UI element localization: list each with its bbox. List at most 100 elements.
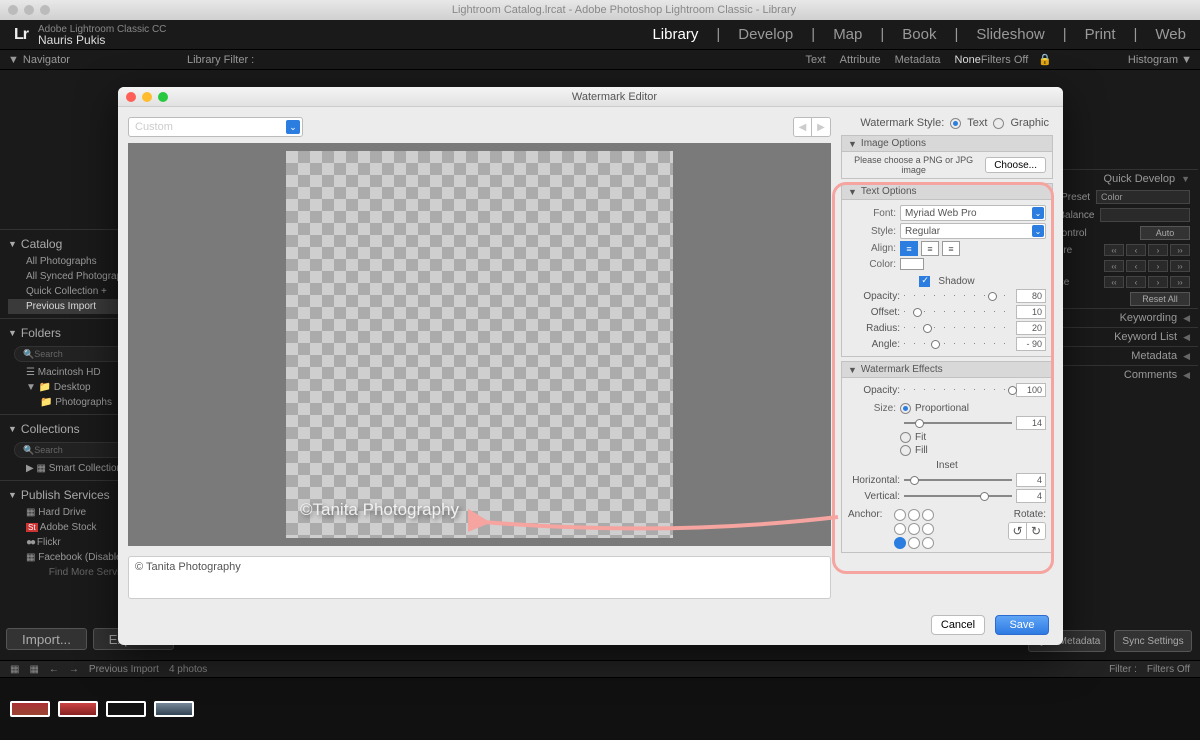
secondary-toolbar: ▼Navigator Library Filter : Text Attribu… bbox=[0, 50, 1200, 70]
module-web[interactable]: Web bbox=[1155, 26, 1186, 43]
watermark-editor-dialog: Watermark Editor Custom⌄ ◀ ▶ ©Tanita Pho… bbox=[118, 87, 1063, 645]
filter-none[interactable]: None bbox=[955, 54, 981, 66]
anchor-bc[interactable] bbox=[908, 537, 920, 549]
lock-icon[interactable]: 🔒 bbox=[1038, 53, 1052, 66]
rotate-cw-button[interactable]: ↻ bbox=[1027, 523, 1045, 539]
anchor-br[interactable] bbox=[922, 537, 934, 549]
font-style-select[interactable]: Regular⌄ bbox=[900, 223, 1046, 239]
shadow-radius-slider[interactable] bbox=[904, 322, 1012, 334]
next-icon[interactable]: → bbox=[69, 664, 79, 675]
anchor-tc[interactable] bbox=[908, 509, 920, 521]
align-left-button[interactable]: ≡ bbox=[900, 241, 918, 256]
filter-metadata[interactable]: Metadata bbox=[895, 54, 941, 66]
shadow-angle-slider[interactable] bbox=[904, 338, 1012, 350]
shadow-opacity-slider[interactable] bbox=[904, 290, 1012, 302]
module-slideshow[interactable]: Slideshow bbox=[976, 26, 1044, 43]
align-right-button[interactable]: ≡ bbox=[942, 241, 960, 256]
watermark-preset-select[interactable]: Custom⌄ bbox=[128, 117, 303, 137]
font-select[interactable]: Myriad Web Pro⌄ bbox=[900, 205, 1046, 221]
cancel-button[interactable]: Cancel bbox=[931, 615, 985, 635]
rotate-label: Rotate: bbox=[1008, 509, 1046, 520]
save-button[interactable]: Save bbox=[995, 615, 1049, 635]
traffic-close[interactable] bbox=[8, 5, 18, 15]
module-develop[interactable]: Develop bbox=[738, 26, 793, 43]
filters-off[interactable]: Filters Off bbox=[981, 54, 1028, 66]
next-image-button[interactable]: ▶ bbox=[812, 118, 830, 136]
dialog-max[interactable] bbox=[158, 92, 168, 102]
watermark-text-input[interactable]: © Tanita Photography bbox=[128, 556, 831, 599]
watermark-effects-header[interactable]: ▼Watermark Effects bbox=[841, 361, 1053, 378]
dialog-min[interactable] bbox=[142, 92, 152, 102]
shadow-offset-value[interactable]: 10 bbox=[1016, 305, 1046, 319]
inset-v-slider[interactable] bbox=[904, 490, 1012, 502]
choose-image-button[interactable]: Choose... bbox=[985, 157, 1046, 173]
filmstrip-breadcrumb[interactable]: Previous Import bbox=[89, 664, 159, 675]
grid-icon[interactable]: ▦ bbox=[29, 664, 38, 675]
filmstrip-filters-off[interactable]: Filters Off bbox=[1147, 664, 1190, 675]
size-value[interactable]: 14 bbox=[1016, 416, 1046, 430]
filmstrip-toolbar: ▦ ▦ ← → Previous Import 4 photos Filter … bbox=[0, 660, 1200, 678]
dialog-title: Watermark Editor bbox=[174, 91, 1055, 103]
thumbnail[interactable] bbox=[106, 701, 146, 717]
prev-image-button[interactable]: ◀ bbox=[794, 118, 812, 136]
module-picker: Library| Develop| Map| Book| Slideshow| … bbox=[652, 26, 1186, 43]
anchor-tl[interactable] bbox=[894, 509, 906, 521]
anchor-mc[interactable] bbox=[908, 523, 920, 535]
style-text-radio[interactable] bbox=[950, 118, 961, 129]
text-options-header[interactable]: ▼Text Options bbox=[841, 183, 1053, 200]
view-toggle-icon[interactable]: ▦ bbox=[10, 664, 19, 675]
inset-h-slider[interactable] bbox=[904, 474, 1012, 486]
size-fill-radio[interactable] bbox=[900, 445, 911, 456]
image-options-header[interactable]: ▼Image Options bbox=[841, 135, 1053, 152]
watermark-preview-text: ©Tanita Photography bbox=[300, 500, 459, 520]
align-center-button[interactable]: ≡ bbox=[921, 241, 939, 256]
rotate-ccw-button[interactable]: ↺ bbox=[1009, 523, 1027, 539]
module-print[interactable]: Print bbox=[1085, 26, 1116, 43]
dialog-close[interactable] bbox=[126, 92, 136, 102]
inset-v-value[interactable]: 4 bbox=[1016, 489, 1046, 503]
auto-tone-button[interactable]: Auto bbox=[1140, 226, 1190, 240]
thumbnail[interactable] bbox=[154, 701, 194, 717]
style-graphic-radio[interactable] bbox=[993, 118, 1004, 129]
filmstrip bbox=[0, 678, 1200, 740]
color-swatch[interactable] bbox=[900, 258, 924, 270]
module-map[interactable]: Map bbox=[833, 26, 862, 43]
navigator-label[interactable]: Navigator bbox=[23, 54, 70, 66]
shadow-angle-value[interactable]: - 90 bbox=[1016, 337, 1046, 351]
library-filter-label: Library Filter : bbox=[187, 54, 254, 66]
traffic-min[interactable] bbox=[24, 5, 34, 15]
module-book[interactable]: Book bbox=[902, 26, 936, 43]
thumbnail[interactable] bbox=[58, 701, 98, 717]
preset-select[interactable]: Color bbox=[1096, 190, 1190, 204]
inset-h-value[interactable]: 4 bbox=[1016, 473, 1046, 487]
sync-settings-button[interactable]: Sync Settings bbox=[1114, 630, 1192, 652]
size-proportional-radio[interactable] bbox=[900, 403, 911, 414]
filter-attribute[interactable]: Attribute bbox=[840, 54, 881, 66]
watermark-style-label: Watermark Style: bbox=[860, 117, 944, 129]
wb-select[interactable] bbox=[1100, 208, 1190, 222]
histogram-label[interactable]: Histogram bbox=[1128, 54, 1178, 66]
anchor-mr[interactable] bbox=[922, 523, 934, 535]
reset-all-button[interactable]: Reset All bbox=[1130, 292, 1190, 306]
size-fit-radio[interactable] bbox=[900, 432, 911, 443]
shadow-radius-value[interactable]: 20 bbox=[1016, 321, 1046, 335]
shadow-checkbox[interactable] bbox=[919, 276, 930, 287]
module-library[interactable]: Library bbox=[652, 26, 698, 43]
prev-icon[interactable]: ← bbox=[49, 664, 59, 675]
identity-plate: Adobe Lightroom Classic CC Nauris Pukis bbox=[38, 24, 166, 46]
dialog-titlebar: Watermark Editor bbox=[118, 87, 1063, 107]
anchor-grid bbox=[894, 509, 934, 549]
anchor-tr[interactable] bbox=[922, 509, 934, 521]
thumbnail[interactable] bbox=[10, 701, 50, 717]
wm-opacity-value[interactable]: 100 bbox=[1016, 383, 1046, 397]
identity-name: Nauris Pukis bbox=[38, 35, 166, 46]
anchor-ml[interactable] bbox=[894, 523, 906, 535]
shadow-offset-slider[interactable] bbox=[904, 306, 1012, 318]
size-slider[interactable] bbox=[904, 417, 1012, 429]
traffic-max[interactable] bbox=[40, 5, 50, 15]
anchor-bl[interactable] bbox=[894, 537, 906, 549]
wm-opacity-slider[interactable] bbox=[904, 384, 1012, 396]
import-button[interactable]: Import... bbox=[6, 628, 87, 650]
shadow-opacity-value[interactable]: 80 bbox=[1016, 289, 1046, 303]
filter-text[interactable]: Text bbox=[805, 54, 825, 66]
